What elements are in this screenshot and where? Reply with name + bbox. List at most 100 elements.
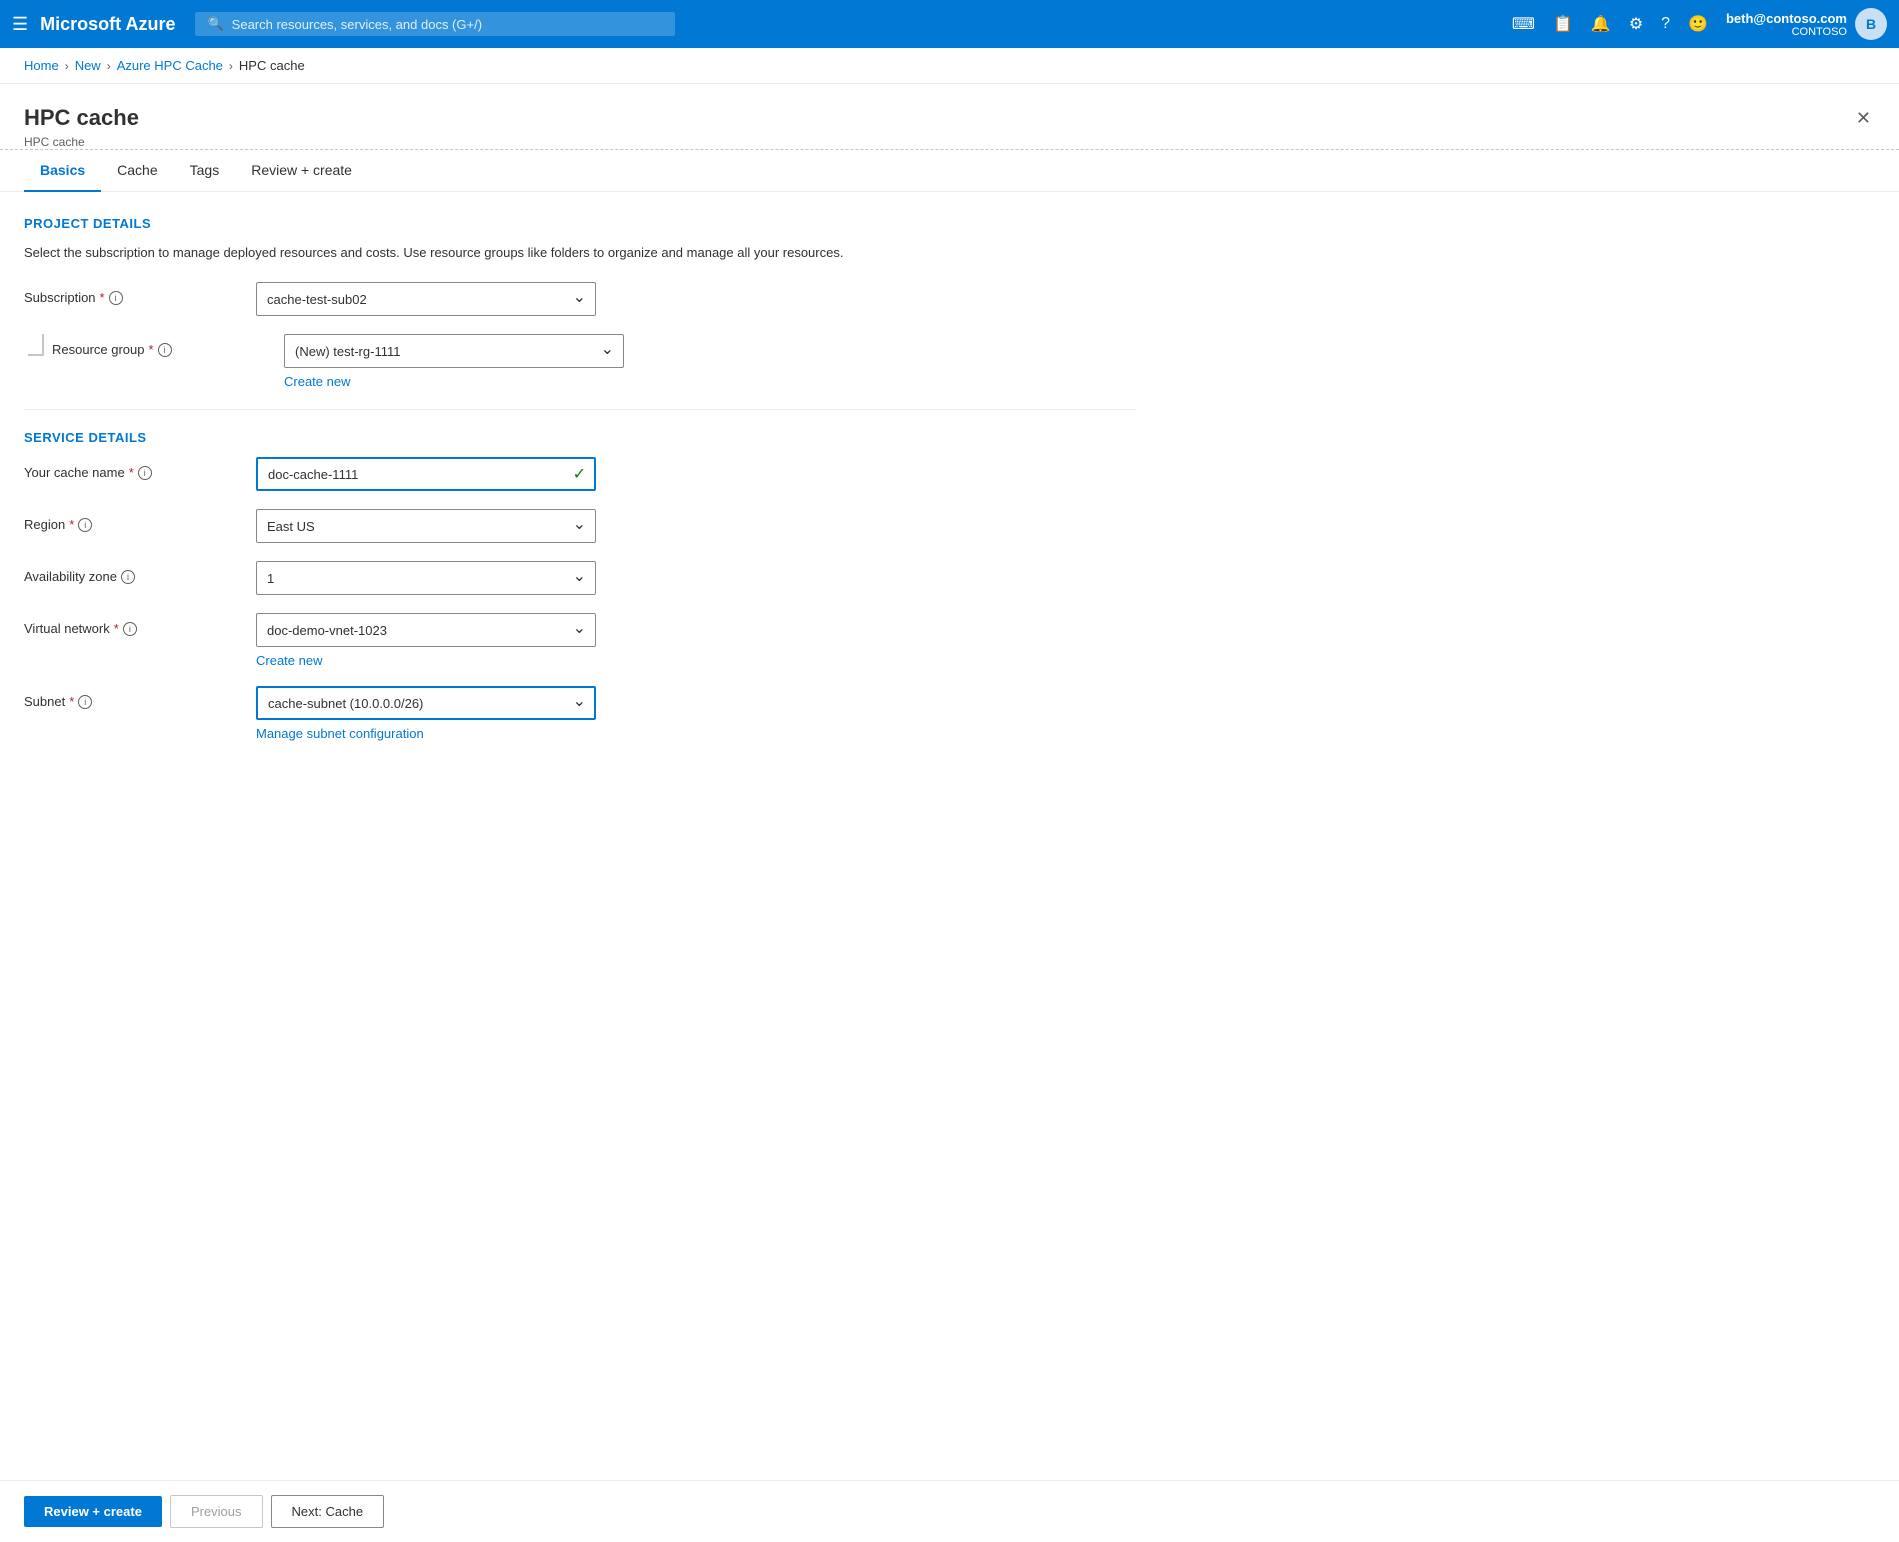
panel-subtitle: HPC cache bbox=[24, 135, 139, 149]
resource-group-select-wrapper: (New) test-rg-1111 bbox=[284, 334, 624, 368]
brand-title: Microsoft Azure bbox=[40, 14, 175, 35]
virtual-network-info-icon[interactable]: i bbox=[123, 622, 137, 636]
region-row: Region * i East US bbox=[24, 509, 1136, 543]
user-org: CONTOSO bbox=[1726, 26, 1847, 38]
resource-group-info-icon[interactable]: i bbox=[158, 343, 172, 357]
breadcrumb-new[interactable]: New bbox=[75, 58, 101, 73]
virtual-network-required: * bbox=[114, 621, 119, 636]
region-label: Region bbox=[24, 517, 65, 532]
hamburger-menu-icon[interactable]: ☰ bbox=[12, 14, 28, 35]
region-select-wrapper: East US bbox=[256, 509, 596, 543]
search-box[interactable]: 🔍 Search resources, services, and docs (… bbox=[195, 12, 675, 36]
virtual-network-control: doc-demo-vnet-1023 Create new bbox=[256, 613, 596, 668]
project-details-title: PROJECT DETAILS bbox=[24, 216, 1136, 231]
panel-header: HPC cache HPC cache ✕ bbox=[0, 84, 1899, 150]
virtual-network-label-col: Virtual network * i bbox=[24, 613, 244, 636]
availability-zone-select-wrapper: 1 bbox=[256, 561, 596, 595]
resource-group-label: Resource group bbox=[52, 342, 145, 357]
notifications-icon[interactable]: 📋 bbox=[1553, 14, 1573, 34]
next-cache-button[interactable]: Next: Cache bbox=[271, 1495, 385, 1528]
cache-name-input[interactable] bbox=[256, 457, 596, 491]
main-panel: HPC cache HPC cache ✕ Basics Cache Tags … bbox=[0, 84, 1899, 1537]
top-navigation: ☰ Microsoft Azure 🔍 Search resources, se… bbox=[0, 0, 1899, 48]
bell-icon[interactable]: 🔔 bbox=[1591, 14, 1611, 34]
form-content: PROJECT DETAILS Select the subscription … bbox=[0, 192, 1160, 840]
form-footer: Review + create Previous Next: Cache bbox=[0, 1480, 1899, 1542]
settings-icon[interactable]: ⚙ bbox=[1629, 14, 1643, 34]
subscription-select[interactable]: cache-test-sub02 bbox=[256, 282, 596, 316]
subnet-select-wrapper: cache-subnet (10.0.0.0/26) bbox=[256, 686, 596, 720]
subscription-row: Subscription * i cache-test-sub02 bbox=[24, 282, 1136, 316]
user-email: beth@contoso.com bbox=[1726, 11, 1847, 26]
cache-name-label: Your cache name bbox=[24, 465, 125, 480]
availability-zone-label: Availability zone bbox=[24, 569, 117, 584]
availability-zone-select[interactable]: 1 bbox=[256, 561, 596, 595]
previous-button: Previous bbox=[170, 1495, 263, 1528]
cache-name-input-wrapper: ✓ bbox=[256, 457, 596, 491]
cache-name-label-col: Your cache name * i bbox=[24, 457, 244, 480]
subscription-label: Subscription bbox=[24, 290, 96, 305]
help-icon[interactable]: ? bbox=[1661, 15, 1670, 33]
avatar[interactable]: B bbox=[1855, 8, 1887, 40]
resource-group-select[interactable]: (New) test-rg-1111 bbox=[284, 334, 624, 368]
resource-group-control: (New) test-rg-1111 Create new bbox=[284, 334, 624, 389]
subnet-control: cache-subnet (10.0.0.0/26) Manage subnet… bbox=[256, 686, 596, 741]
tab-review-create[interactable]: Review + create bbox=[235, 150, 368, 192]
subscription-required: * bbox=[100, 290, 105, 305]
subnet-label: Subnet bbox=[24, 694, 65, 709]
region-required: * bbox=[69, 517, 74, 532]
breadcrumb-sep-2: › bbox=[107, 59, 111, 73]
subnet-info-icon[interactable]: i bbox=[78, 695, 92, 709]
region-control: East US bbox=[256, 509, 596, 543]
cache-name-control: ✓ bbox=[256, 457, 596, 491]
create-new-vnet-link[interactable]: Create new bbox=[256, 653, 322, 668]
breadcrumb: Home › New › Azure HPC Cache › HPC cache bbox=[0, 48, 1899, 84]
close-button[interactable]: ✕ bbox=[1852, 104, 1875, 133]
cache-name-required: * bbox=[129, 465, 134, 480]
service-details-section: SERVICE DETAILS Your cache name * i ✓ bbox=[24, 430, 1136, 741]
terminal-icon[interactable]: ⌨ bbox=[1512, 14, 1535, 34]
availability-zone-control: 1 bbox=[256, 561, 596, 595]
feedback-icon[interactable]: 🙂 bbox=[1688, 14, 1708, 34]
virtual-network-select[interactable]: doc-demo-vnet-1023 bbox=[256, 613, 596, 647]
resource-group-required: * bbox=[149, 342, 154, 357]
cache-name-info-icon[interactable]: i bbox=[138, 466, 152, 480]
manage-subnet-link[interactable]: Manage subnet configuration bbox=[256, 726, 424, 741]
subnet-required: * bbox=[69, 694, 74, 709]
virtual-network-label: Virtual network bbox=[24, 621, 110, 636]
availability-zone-label-col: Availability zone i bbox=[24, 561, 244, 584]
user-menu[interactable]: beth@contoso.com CONTOSO B bbox=[1726, 8, 1887, 40]
section-divider bbox=[24, 409, 1136, 410]
subnet-label-col: Subnet * i bbox=[24, 686, 244, 709]
breadcrumb-azure-hpc-cache[interactable]: Azure HPC Cache bbox=[117, 58, 223, 73]
subscription-control: cache-test-sub02 bbox=[256, 282, 596, 316]
project-details-desc: Select the subscription to manage deploy… bbox=[24, 243, 1136, 263]
availability-zone-row: Availability zone i 1 bbox=[24, 561, 1136, 595]
review-create-button[interactable]: Review + create bbox=[24, 1496, 162, 1527]
region-select[interactable]: East US bbox=[256, 509, 596, 543]
search-icon: 🔍 bbox=[207, 16, 223, 32]
cache-name-check-icon: ✓ bbox=[573, 464, 586, 484]
tab-cache[interactable]: Cache bbox=[101, 150, 173, 192]
region-label-col: Region * i bbox=[24, 509, 244, 532]
search-placeholder: Search resources, services, and docs (G+… bbox=[232, 17, 482, 32]
virtual-network-select-wrapper: doc-demo-vnet-1023 bbox=[256, 613, 596, 647]
panel-title: HPC cache bbox=[24, 104, 139, 133]
availability-zone-info-icon[interactable]: i bbox=[121, 570, 135, 584]
breadcrumb-sep-1: › bbox=[65, 59, 69, 73]
subscription-info-icon[interactable]: i bbox=[109, 291, 123, 305]
subscription-label-col: Subscription * i bbox=[24, 282, 244, 305]
breadcrumb-home[interactable]: Home bbox=[24, 58, 59, 73]
tab-tags[interactable]: Tags bbox=[174, 150, 236, 192]
create-new-resource-group-link[interactable]: Create new bbox=[284, 374, 350, 389]
resource-group-label-col: Resource group * i bbox=[52, 334, 272, 357]
nav-icons: ⌨ 📋 🔔 ⚙ ? 🙂 beth@contoso.com CONTOSO B bbox=[1512, 8, 1887, 40]
region-info-icon[interactable]: i bbox=[78, 518, 92, 532]
panel-title-group: HPC cache HPC cache bbox=[24, 104, 139, 149]
tab-basics[interactable]: Basics bbox=[24, 150, 101, 192]
virtual-network-row: Virtual network * i doc-demo-vnet-1023 C… bbox=[24, 613, 1136, 668]
subnet-row: Subnet * i cache-subnet (10.0.0.0/26) Ma… bbox=[24, 686, 1136, 741]
subscription-select-wrapper: cache-test-sub02 bbox=[256, 282, 596, 316]
subnet-select[interactable]: cache-subnet (10.0.0.0/26) bbox=[256, 686, 596, 720]
breadcrumb-sep-3: › bbox=[229, 59, 233, 73]
